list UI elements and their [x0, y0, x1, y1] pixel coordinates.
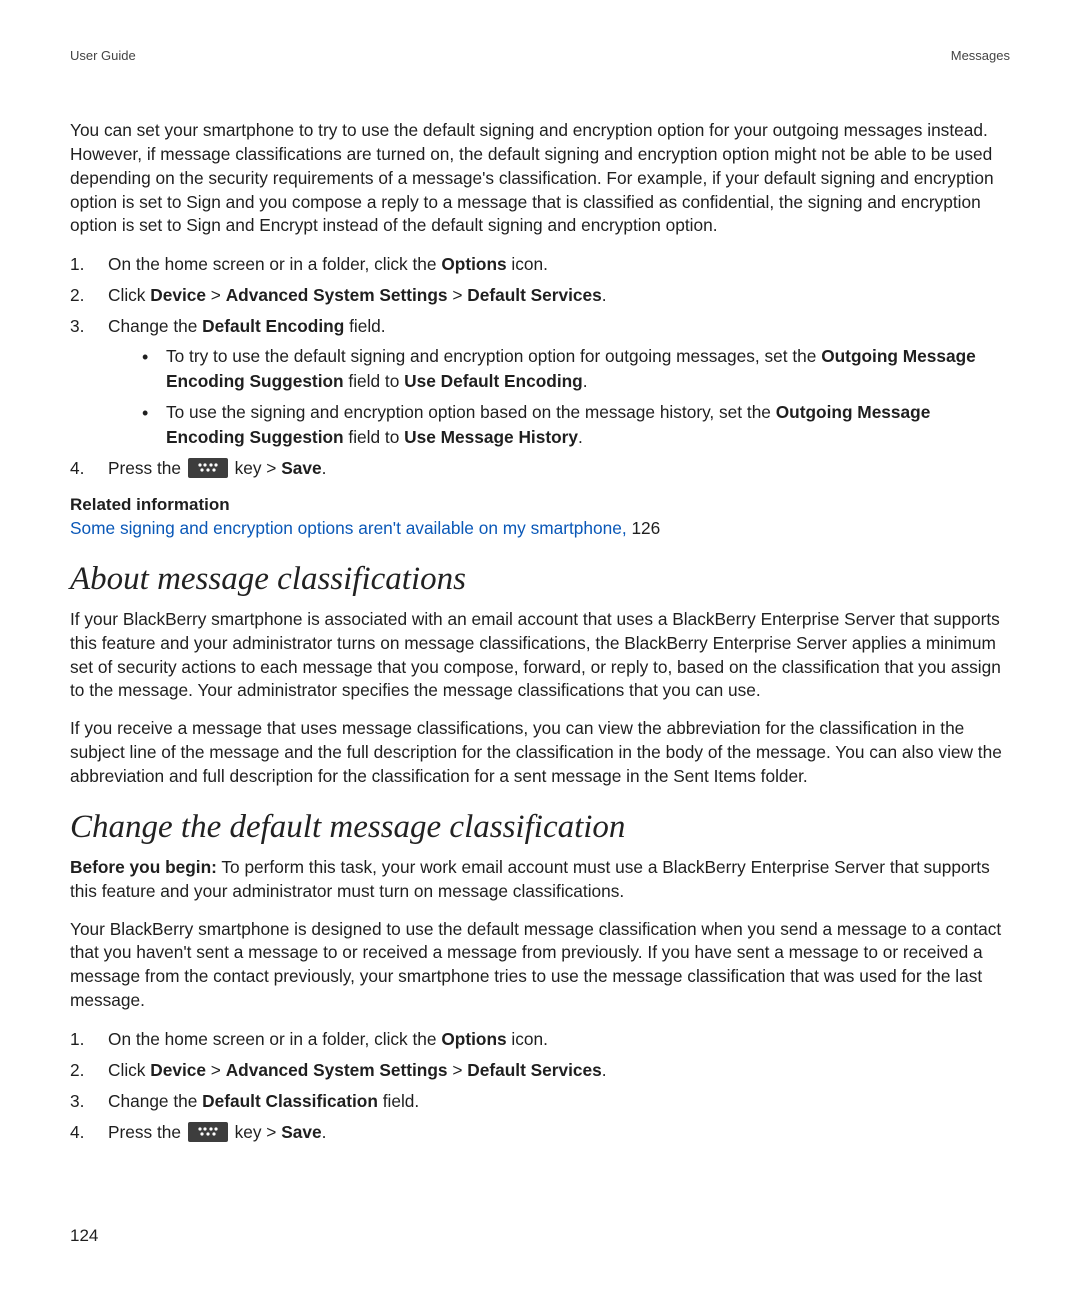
step-text: key > — [230, 1122, 281, 1142]
bullet-text: To try to use the default signing and en… — [166, 346, 821, 366]
section-title-change-default: Change the default message classificatio… — [70, 809, 1010, 846]
step-text: Default Classification — [202, 1091, 378, 1111]
step-text: Options — [441, 1029, 506, 1049]
before-you-begin: Before you begin: To perform this task, … — [70, 856, 1010, 904]
step-item: Click Device > Advanced System Settings … — [70, 283, 1010, 308]
step-item: On the home screen or in a folder, click… — [70, 1027, 1010, 1052]
step-text: field. — [378, 1091, 419, 1111]
step-text: On the home screen or in a folder, click… — [108, 1029, 441, 1049]
step-text: Change the — [108, 316, 202, 336]
section2-p1: If your BlackBerry smartphone is associa… — [70, 608, 1010, 703]
step-text: . — [602, 285, 607, 305]
step-item: Press the key > Save. — [70, 1120, 1010, 1145]
step-text: Click — [108, 1060, 150, 1080]
step-text: > — [448, 285, 468, 305]
step-text: Device — [150, 285, 206, 305]
before-label: Before you begin: — [70, 857, 217, 877]
step-text: icon. — [507, 1029, 548, 1049]
steps-list-2: On the home screen or in a folder, click… — [70, 1027, 1010, 1145]
step-text: key > — [230, 458, 281, 478]
step-text: . — [602, 1060, 607, 1080]
step-text: Change the — [108, 1091, 202, 1111]
step-text: Default Services — [467, 285, 601, 305]
related-page: 126 — [631, 518, 660, 538]
related-link[interactable]: Some signing and encryption options aren… — [70, 518, 631, 538]
bullet-text: To use the signing and encryption option… — [166, 402, 776, 422]
step-item: On the home screen or in a folder, click… — [70, 252, 1010, 277]
section-title-classifications: About message classifications — [70, 561, 1010, 598]
step-text: . — [322, 1122, 327, 1142]
step-text: Default Services — [467, 1060, 601, 1080]
bullet-text: field to — [344, 371, 405, 391]
intro-paragraph: You can set your smartphone to try to us… — [70, 119, 1010, 238]
bullet-text: field to — [344, 427, 405, 447]
related-info-line: Some signing and encryption options aren… — [70, 517, 1010, 541]
bullet-text: Use Message History — [404, 427, 578, 447]
bullet-item: To use the signing and encryption option… — [136, 400, 1010, 450]
related-info-heading: Related information — [70, 495, 1010, 515]
step-text: > — [206, 285, 226, 305]
bullet-text: . — [578, 427, 583, 447]
step-text: > — [206, 1060, 226, 1080]
page-number: 124 — [70, 1226, 98, 1246]
section2-p2: If you receive a message that uses messa… — [70, 717, 1010, 789]
bullet-item: To try to use the default signing and en… — [136, 344, 1010, 394]
step-item: Change the Default Classification field. — [70, 1089, 1010, 1114]
step-text: Save — [281, 458, 321, 478]
blackberry-key-icon — [188, 1122, 228, 1142]
bullet-text: Use Default Encoding — [404, 371, 583, 391]
step-text: . — [322, 458, 327, 478]
step-text: Press the — [108, 1122, 186, 1142]
step-item: Click Device > Advanced System Settings … — [70, 1058, 1010, 1083]
step-text: Default Encoding — [202, 316, 344, 336]
bullet-text: . — [583, 371, 588, 391]
sub-bullets: To try to use the default signing and en… — [108, 344, 1010, 450]
step-text: icon. — [507, 254, 548, 274]
header-right: Messages — [951, 48, 1010, 63]
step-text: Advanced System Settings — [226, 285, 448, 305]
section3-p2: Your BlackBerry smartphone is designed t… — [70, 918, 1010, 1013]
step-text: Options — [441, 254, 506, 274]
step-text: Press the — [108, 458, 186, 478]
page-header: User Guide Messages — [70, 48, 1010, 63]
step-text: > — [448, 1060, 468, 1080]
steps-list-1: On the home screen or in a folder, click… — [70, 252, 1010, 481]
step-text: field. — [344, 316, 385, 336]
step-text: On the home screen or in a folder, click… — [108, 254, 441, 274]
step-text: Click — [108, 285, 150, 305]
header-left: User Guide — [70, 48, 136, 63]
step-item: Press the key > Save. — [70, 456, 1010, 481]
blackberry-key-icon — [188, 458, 228, 478]
step-text: Device — [150, 1060, 206, 1080]
step-text: Save — [281, 1122, 321, 1142]
step-item: Change the Default Encoding field. To tr… — [70, 314, 1010, 449]
step-text: Advanced System Settings — [226, 1060, 448, 1080]
